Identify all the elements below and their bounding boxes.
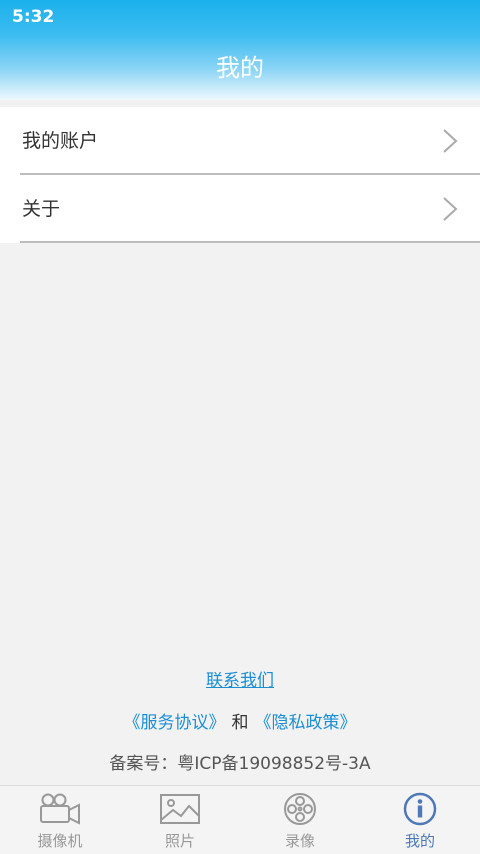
- divider: [20, 241, 480, 243]
- menu-item-label: 我的账户: [22, 130, 99, 152]
- chevron-right-icon: [443, 129, 458, 153]
- tab-label: 录像: [284, 832, 315, 850]
- film-reel-icon: [284, 793, 316, 825]
- tab-label: 照片: [164, 832, 195, 850]
- page-title: 我的: [216, 54, 264, 82]
- header-bar: 5:32 我的: [0, 0, 480, 100]
- tab-photos[interactable]: 照片: [120, 786, 240, 854]
- tab-camera[interactable]: 摄像机: [0, 786, 120, 854]
- info-icon: [403, 792, 437, 826]
- service-agreement-link[interactable]: 《服务协议》: [124, 713, 226, 733]
- bottom-tab-bar: 摄像机 照片 录像 我的: [0, 785, 480, 854]
- settings-menu: 我的账户 关于: [0, 107, 480, 243]
- camera-icon: [40, 793, 80, 825]
- menu-item-about[interactable]: 关于: [0, 175, 480, 243]
- status-bar-time: 5:32: [12, 7, 55, 27]
- contact-us-link[interactable]: 联系我们: [0, 666, 480, 691]
- photo-icon: [160, 794, 200, 824]
- privacy-policy-link[interactable]: 《隐私政策》: [255, 713, 357, 733]
- tab-mine[interactable]: 我的: [360, 786, 480, 854]
- tab-label: 我的: [404, 832, 435, 850]
- menu-item-my-account[interactable]: 我的账户: [0, 107, 480, 175]
- chevron-right-icon: [443, 197, 458, 221]
- tab-label: 摄像机: [37, 832, 83, 850]
- icp-record-text: 备案号：粤ICP备19098852号-3A: [109, 754, 371, 774]
- and-text: 和: [231, 713, 249, 733]
- agreements-line: 《服务协议》和《隐私政策》: [0, 708, 480, 733]
- menu-item-label: 关于: [22, 198, 61, 220]
- tab-recordings[interactable]: 录像: [240, 786, 360, 854]
